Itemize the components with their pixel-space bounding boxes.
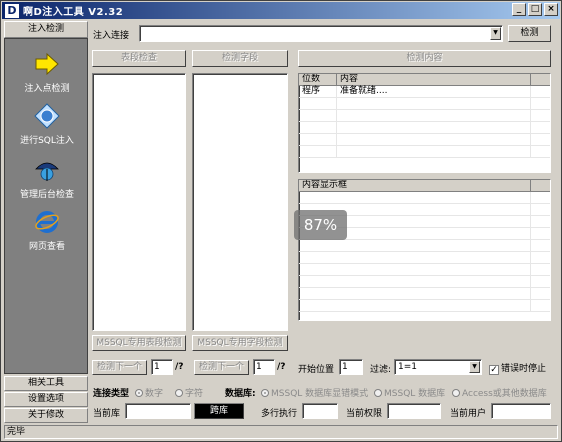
main-window: D 啊D注入工具 V2.32 _ □ × 注入检测 注入点检测 进行SQL注入 … — [0, 0, 562, 442]
sidebar: 注入检测 注入点检测 进行SQL注入 管理后台检查 网页查看 相关工具 设置选项… — [4, 21, 88, 423]
sidebar-item-label: 进行SQL注入 — [20, 136, 74, 146]
connection-type-label: 连接类型 — [93, 389, 130, 399]
table-list[interactable] — [92, 73, 186, 331]
maximize-button[interactable]: □ — [528, 3, 542, 16]
sidebar-item-web-view[interactable]: 网页查看 — [5, 209, 89, 252]
sidebar-header[interactable]: 注入检测 — [4, 21, 88, 38]
sidebar-item-label: 管理后台检查 — [19, 190, 74, 200]
sidebar-item-injection-detect[interactable]: 注入点检测 — [5, 51, 89, 94]
field-page-suffix: /? — [277, 362, 286, 372]
minimize-button[interactable]: _ — [512, 3, 526, 16]
table-cell: 准备就绪.... — [337, 86, 531, 97]
multi-exec-field[interactable] — [302, 403, 338, 419]
arrow-icon — [34, 51, 60, 77]
char-radio[interactable]: 字符 — [175, 386, 203, 399]
current-permission-label: 当前权限 — [346, 409, 383, 419]
sidebar-panel: 注入点检测 进行SQL注入 管理后台检查 网页查看 — [4, 38, 88, 374]
sidebar-item-label: 注入点检测 — [24, 84, 70, 94]
stop-on-error-checkbox[interactable]: ✓ 错误时停止 — [489, 361, 546, 375]
table-page-input[interactable]: 1 — [151, 359, 173, 375]
stop-on-error-label: 错误时停止 — [501, 364, 547, 374]
filter-value: 1=1 — [398, 362, 417, 372]
log-table[interactable]: 位数 内容 程序 准备就绪.... — [298, 73, 551, 173]
table-check-button[interactable]: 表段检查 — [92, 50, 186, 67]
sidebar-item-admin-check[interactable]: 管理后台检查 — [5, 157, 89, 200]
title-bar: D 啊D注入工具 V2.32 _ □ × — [2, 2, 560, 19]
content-display-table[interactable]: 内容显示框 — [298, 179, 551, 321]
globe-umbrella-icon — [34, 157, 60, 183]
table-page-suffix: /? — [175, 362, 184, 372]
numeric-radio[interactable]: 数字 — [135, 386, 163, 399]
filter-label: 过滤: — [370, 365, 392, 375]
zoom-level-overlay: 87% — [294, 210, 347, 240]
next-table-button[interactable]: 检测下一个 — [92, 360, 147, 375]
mssql-table-detect-button[interactable]: MSSQL专用表段检测 — [92, 335, 186, 351]
mssql-error-mode-radio[interactable]: MSSQL 数据库显错模式 — [261, 386, 368, 399]
column-header[interactable]: 内容显示框 — [299, 180, 531, 191]
current-db-field[interactable] — [125, 403, 191, 419]
cross-db-button[interactable]: 跨库 — [194, 403, 244, 419]
ie-icon — [34, 209, 60, 235]
checkmark-icon: ✓ — [489, 365, 499, 375]
start-position-input[interactable]: 1 — [339, 359, 363, 375]
current-db-label: 当前库 — [93, 409, 121, 419]
current-user-label: 当前用户 — [450, 409, 487, 419]
sidebar-about[interactable]: 关于修改 — [4, 408, 88, 423]
detect-content-button[interactable]: 检测内容 — [298, 50, 551, 67]
sidebar-related-tools[interactable]: 相关工具 — [4, 376, 88, 391]
app-icon: D — [5, 3, 19, 18]
current-user-field[interactable] — [491, 403, 551, 419]
table-cell: 程序 — [299, 86, 337, 97]
current-permission-field[interactable] — [387, 403, 441, 419]
window-title: 啊D注入工具 V2.32 — [23, 7, 124, 18]
filter-combobox[interactable]: 1=1 ▼ — [394, 359, 482, 375]
database-label: 数据库: — [225, 389, 256, 399]
access-db-radio[interactable]: Access或其他数据库 — [452, 386, 547, 399]
column-header[interactable]: 内容 — [337, 74, 531, 85]
diamond-icon — [34, 103, 60, 129]
check-button[interactable]: 检测 — [508, 25, 551, 42]
sidebar-item-label: 网页查看 — [28, 242, 65, 252]
sidebar-settings[interactable]: 设置选项 — [4, 392, 88, 407]
inject-url-combobox[interactable]: ▼ — [139, 25, 503, 42]
mssql-field-detect-button[interactable]: MSSQL专用字段检测 — [192, 335, 288, 351]
field-page-input[interactable]: 1 — [253, 359, 275, 375]
chevron-down-icon[interactable]: ▼ — [469, 361, 480, 373]
content-display-header: 内容显示框 — [299, 180, 550, 192]
field-list[interactable] — [192, 73, 288, 331]
field-check-button[interactable]: 检测字段 — [192, 50, 288, 67]
log-table-header: 位数 内容 — [299, 74, 550, 86]
inject-url-label: 注入连接 — [93, 31, 130, 41]
sidebar-item-sql-inject[interactable]: 进行SQL注入 — [5, 103, 89, 146]
column-header[interactable]: 位数 — [299, 74, 337, 85]
close-button[interactable]: × — [544, 3, 558, 16]
table-row[interactable]: 程序 准备就绪.... — [299, 86, 550, 98]
start-position-label: 开始位置 — [298, 365, 335, 375]
multi-exec-label: 多行执行 — [261, 409, 298, 419]
status-bar: 完毕 — [4, 425, 558, 439]
next-field-button[interactable]: 检测下一个 — [194, 360, 249, 375]
chevron-down-icon[interactable]: ▼ — [490, 27, 501, 40]
mssql-db-radio[interactable]: MSSQL 数据库 — [374, 386, 445, 399]
